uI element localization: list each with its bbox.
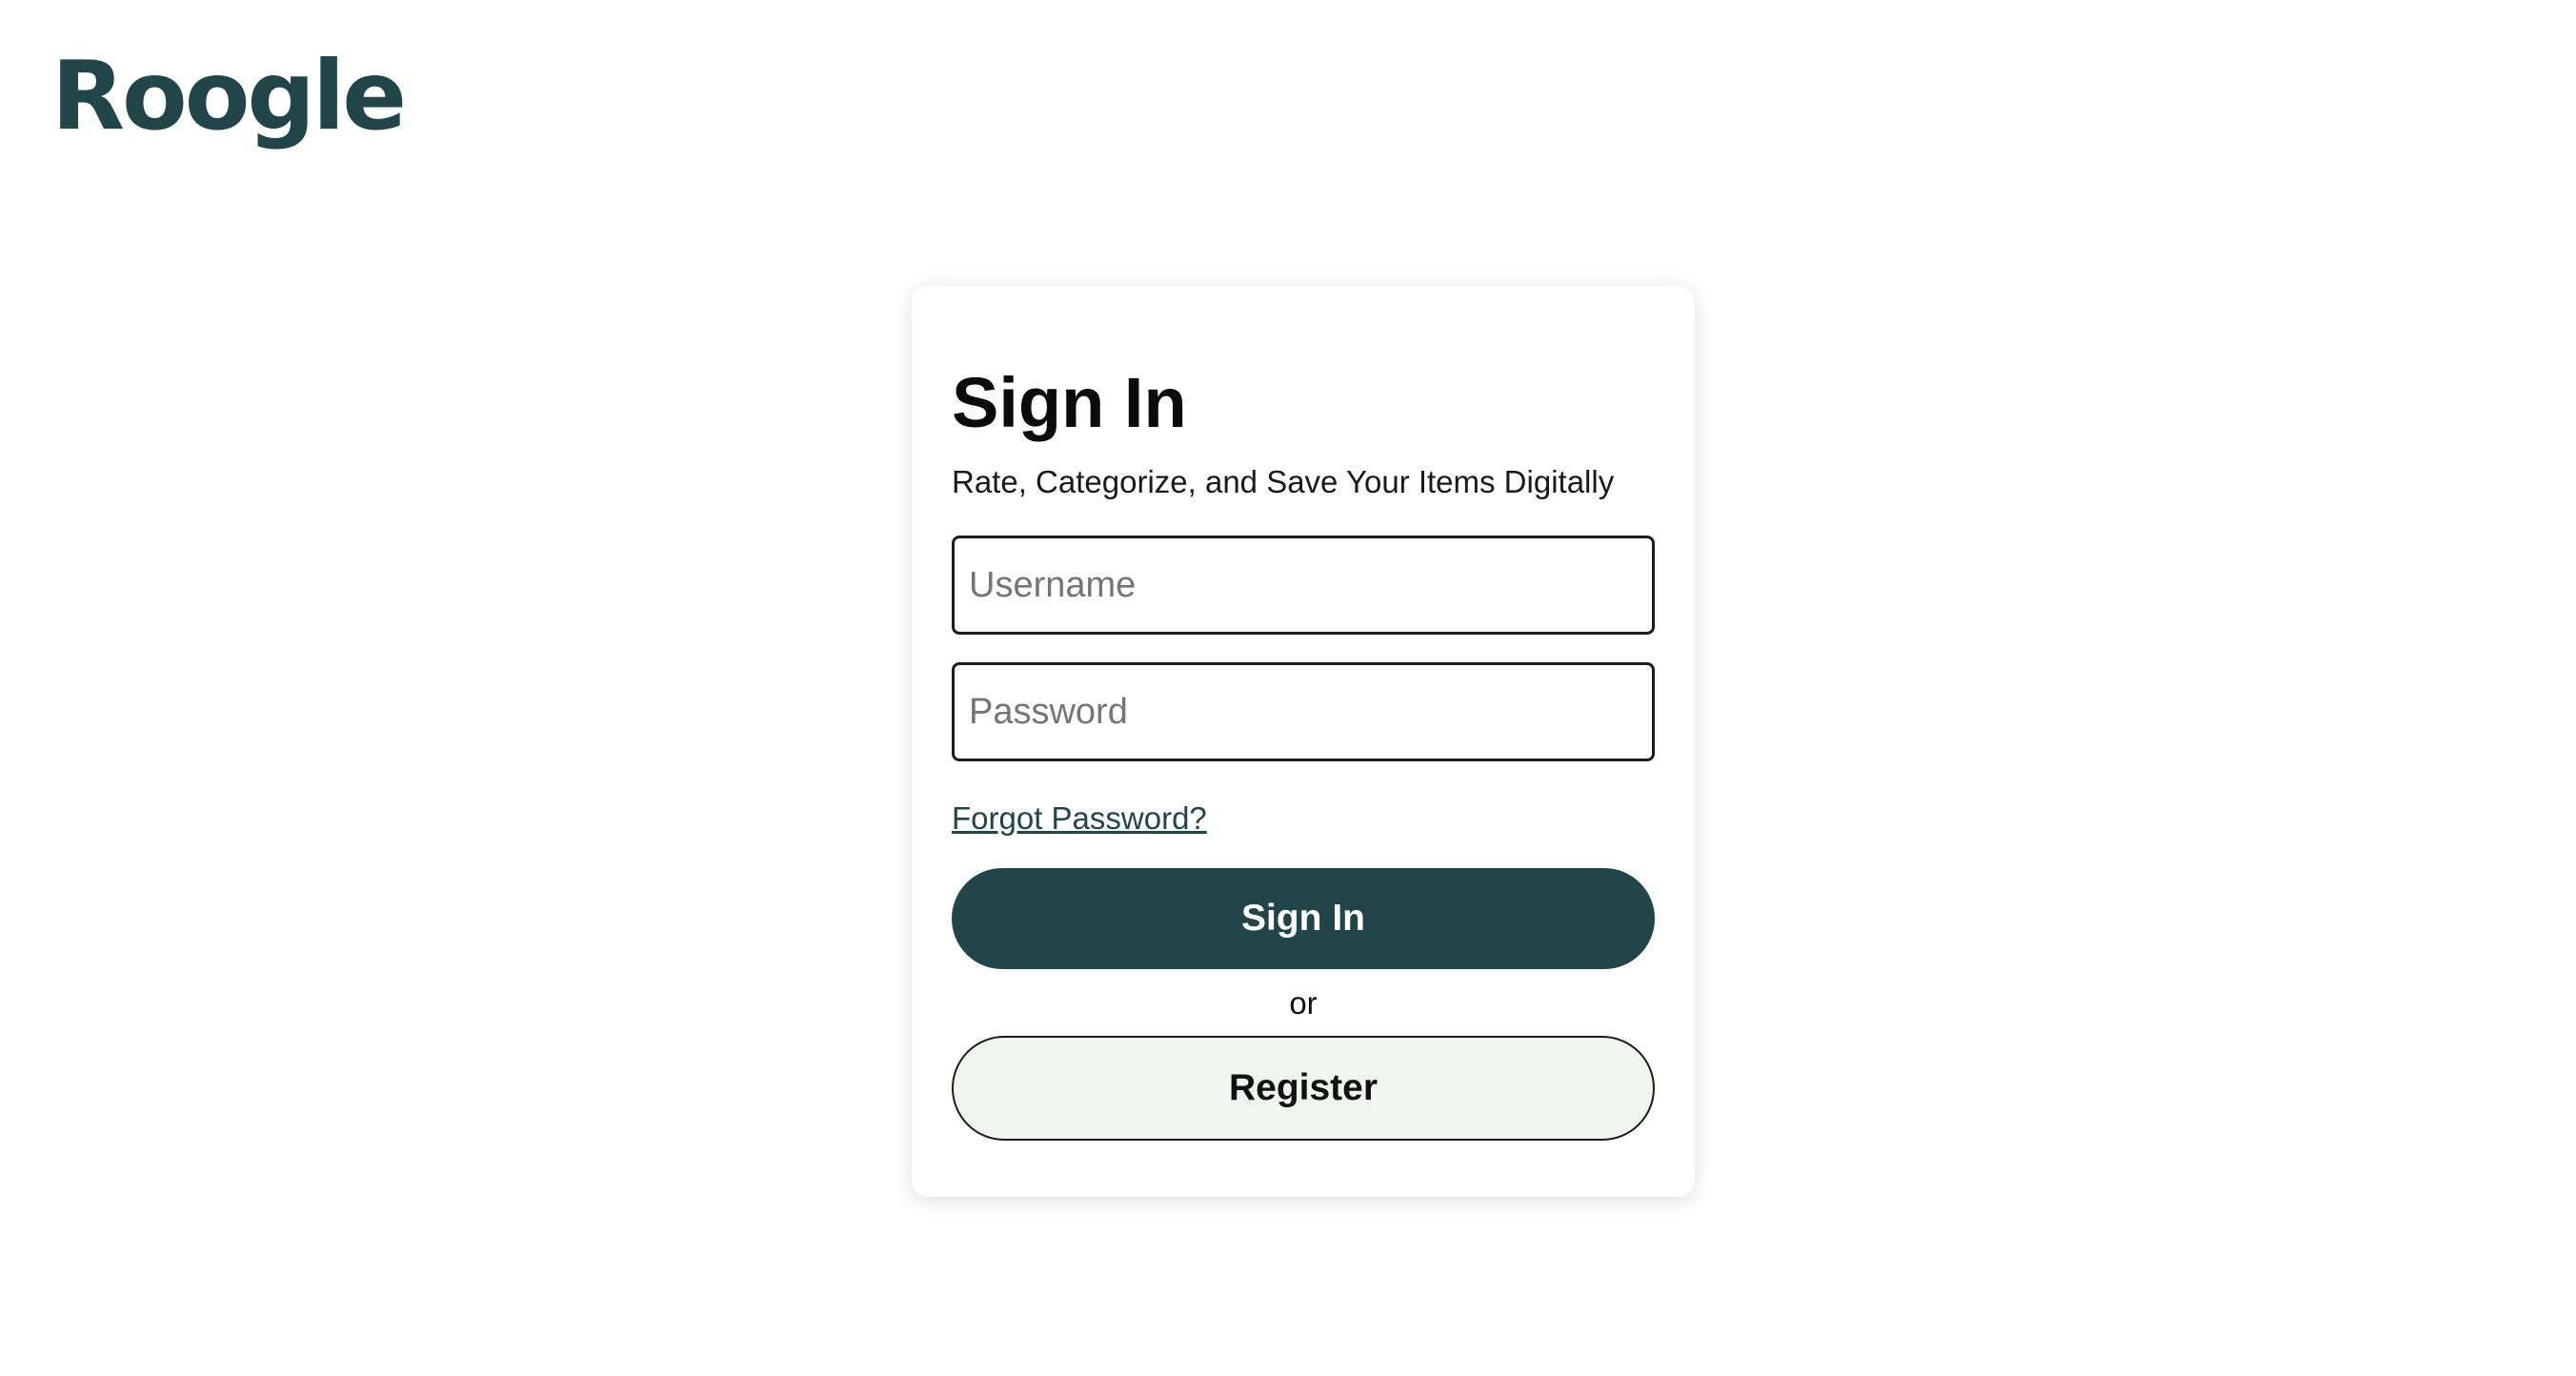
register-button[interactable]: Register bbox=[952, 1036, 1655, 1141]
sign-in-subtitle: Rate, Categorize, and Save Your Items Di… bbox=[952, 464, 1615, 499]
sign-in-button[interactable]: Sign In bbox=[952, 868, 1655, 969]
sign-in-button-label: Sign In bbox=[1241, 898, 1365, 939]
username-input[interactable] bbox=[952, 536, 1655, 635]
password-input[interactable] bbox=[952, 662, 1655, 761]
forgot-password-link[interactable]: Forgot Password? bbox=[952, 799, 1207, 838]
sign-in-card: Sign In Rate, Categorize, and Save Your … bbox=[912, 286, 1695, 1197]
roogle-logo[interactable]: Roogle bbox=[51, 44, 407, 149]
register-button-label: Register bbox=[1228, 1067, 1379, 1108]
sign-in-title: Sign In bbox=[952, 363, 1187, 442]
or-divider-text: or bbox=[1289, 985, 1318, 1021]
